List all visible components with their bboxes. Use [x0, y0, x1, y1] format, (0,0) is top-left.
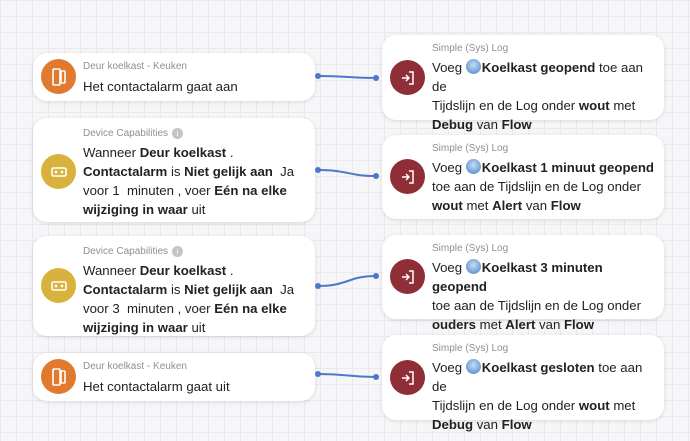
log-icon: [390, 259, 425, 294]
duration-token[interactable]: 3: [112, 301, 119, 316]
cold-face-emoji-icon: [465, 259, 481, 274]
log-icon: [390, 60, 425, 95]
info-icon[interactable]: i: [172, 246, 184, 257]
input-connector[interactable]: [373, 273, 379, 279]
log-icon: [390, 360, 425, 395]
card-subtitle: Simple (Sys) Log: [432, 343, 509, 354]
output-connector[interactable]: [315, 73, 321, 79]
flow-token[interactable]: Flow: [564, 317, 594, 332]
card-text: Wanneer Deur koelkast . Contactalarm is …: [83, 145, 295, 217]
cold-face-emoji-icon: [465, 59, 481, 74]
device-token[interactable]: Deur koelkast: [140, 263, 227, 278]
value-token[interactable]: Ja: [280, 164, 294, 179]
card-text: Voeg Koelkast 1 minuut geopend toe aan d…: [432, 159, 654, 213]
door-sensor-icon: [41, 359, 76, 394]
message-token[interactable]: Koelkast 1 minuut geopend: [482, 160, 654, 175]
level-token[interactable]: Debug: [432, 117, 473, 132]
output-connector[interactable]: [315, 167, 321, 173]
action-card-log-3min[interactable]: Simple (Sys) Log Voeg Koelkast 3 minuten…: [382, 235, 664, 332]
cold-face-emoji-icon: [465, 359, 481, 374]
capability-token[interactable]: Contactalarm: [83, 164, 167, 179]
connection-line: [317, 275, 377, 287]
flow-token[interactable]: Flow: [502, 417, 532, 432]
operator-token[interactable]: Niet gelijk aan: [184, 164, 273, 179]
device-token[interactable]: Deur koelkast: [140, 145, 227, 160]
input-connector[interactable]: [373, 173, 379, 179]
unit-token[interactable]: minuten: [127, 301, 174, 316]
card-text: Het contactalarm gaat uit: [83, 379, 230, 394]
level-token[interactable]: Alert: [492, 198, 522, 213]
unit-token[interactable]: minuten: [127, 183, 174, 198]
action-card-log-closed[interactable]: Simple (Sys) Log Voeg Koelkast gesloten …: [382, 335, 664, 432]
card-text: Voeg Koelkast geopend toe aan de Tijdsli…: [432, 59, 644, 132]
duration-token[interactable]: 1: [112, 183, 119, 198]
group-token[interactable]: ouders: [432, 317, 476, 332]
connection-line: [317, 75, 377, 79]
log-icon: [390, 159, 425, 194]
message-token[interactable]: Koelkast geopend: [482, 60, 596, 75]
action-card-log-opened[interactable]: Simple (Sys) Log Voeg Koelkast geopend t…: [382, 35, 664, 132]
cold-face-emoji-icon: [465, 159, 481, 174]
group-token[interactable]: wout: [579, 98, 610, 113]
connection-line: [317, 373, 377, 378]
connection-line: [317, 169, 377, 177]
level-token[interactable]: Alert: [505, 317, 535, 332]
operator-token[interactable]: Niet gelijk aan: [184, 282, 273, 297]
message-token[interactable]: Koelkast gesloten: [482, 360, 595, 375]
card-subtitle: Simple (Sys) Log: [432, 243, 509, 254]
card-subtitle: Device Capabilities i: [83, 128, 184, 139]
trigger-card-capability-3min[interactable]: Device Capabilities i Wanneer Deur koelka…: [33, 236, 315, 336]
level-token[interactable]: Debug: [432, 417, 473, 432]
capability-token[interactable]: Contactalarm: [83, 282, 167, 297]
card-subtitle: Device Capabilities i: [83, 246, 184, 257]
input-connector[interactable]: [373, 75, 379, 81]
capability-icon: [41, 154, 76, 189]
group-token[interactable]: wout: [579, 398, 610, 413]
mode-token[interactable]: Eén na elke: [214, 183, 287, 198]
action-card-log-1min[interactable]: Simple (Sys) Log Voeg Koelkast 1 minuut …: [382, 135, 664, 219]
mode-token[interactable]: Eén na elke: [214, 301, 287, 316]
value-token[interactable]: Ja: [280, 282, 294, 297]
card-subtitle: Deur koelkast - Keuken: [83, 361, 187, 372]
output-connector[interactable]: [315, 283, 321, 289]
card-subtitle: Simple (Sys) Log: [432, 143, 509, 154]
capability-icon: [41, 268, 76, 303]
card-text: Voeg Koelkast 3 minuten geopend toe aan …: [432, 259, 641, 332]
output-connector[interactable]: [315, 371, 321, 377]
info-icon[interactable]: i: [172, 128, 184, 139]
trigger-card-door-open[interactable]: Deur koelkast - Keuken Het contactalarm …: [33, 53, 315, 101]
trigger-card-capability-1min[interactable]: Device Capabilities i Wanneer Deur koelka…: [33, 118, 315, 222]
card-text: Wanneer Deur koelkast . Contactalarm is …: [83, 263, 295, 335]
flow-token[interactable]: Flow: [551, 198, 581, 213]
card-text: Voeg Koelkast gesloten toe aan de Tijdsl…: [432, 359, 643, 432]
input-connector[interactable]: [373, 374, 379, 380]
trigger-card-door-closed[interactable]: Deur koelkast - Keuken Het contactalarm …: [33, 353, 315, 401]
card-text: Het contactalarm gaat aan: [83, 79, 238, 94]
door-sensor-icon: [41, 59, 76, 94]
flow-token[interactable]: Flow: [502, 117, 532, 132]
group-token[interactable]: wout: [432, 198, 463, 213]
card-subtitle: Simple (Sys) Log: [432, 43, 509, 54]
card-subtitle: Deur koelkast - Keuken: [83, 61, 187, 72]
